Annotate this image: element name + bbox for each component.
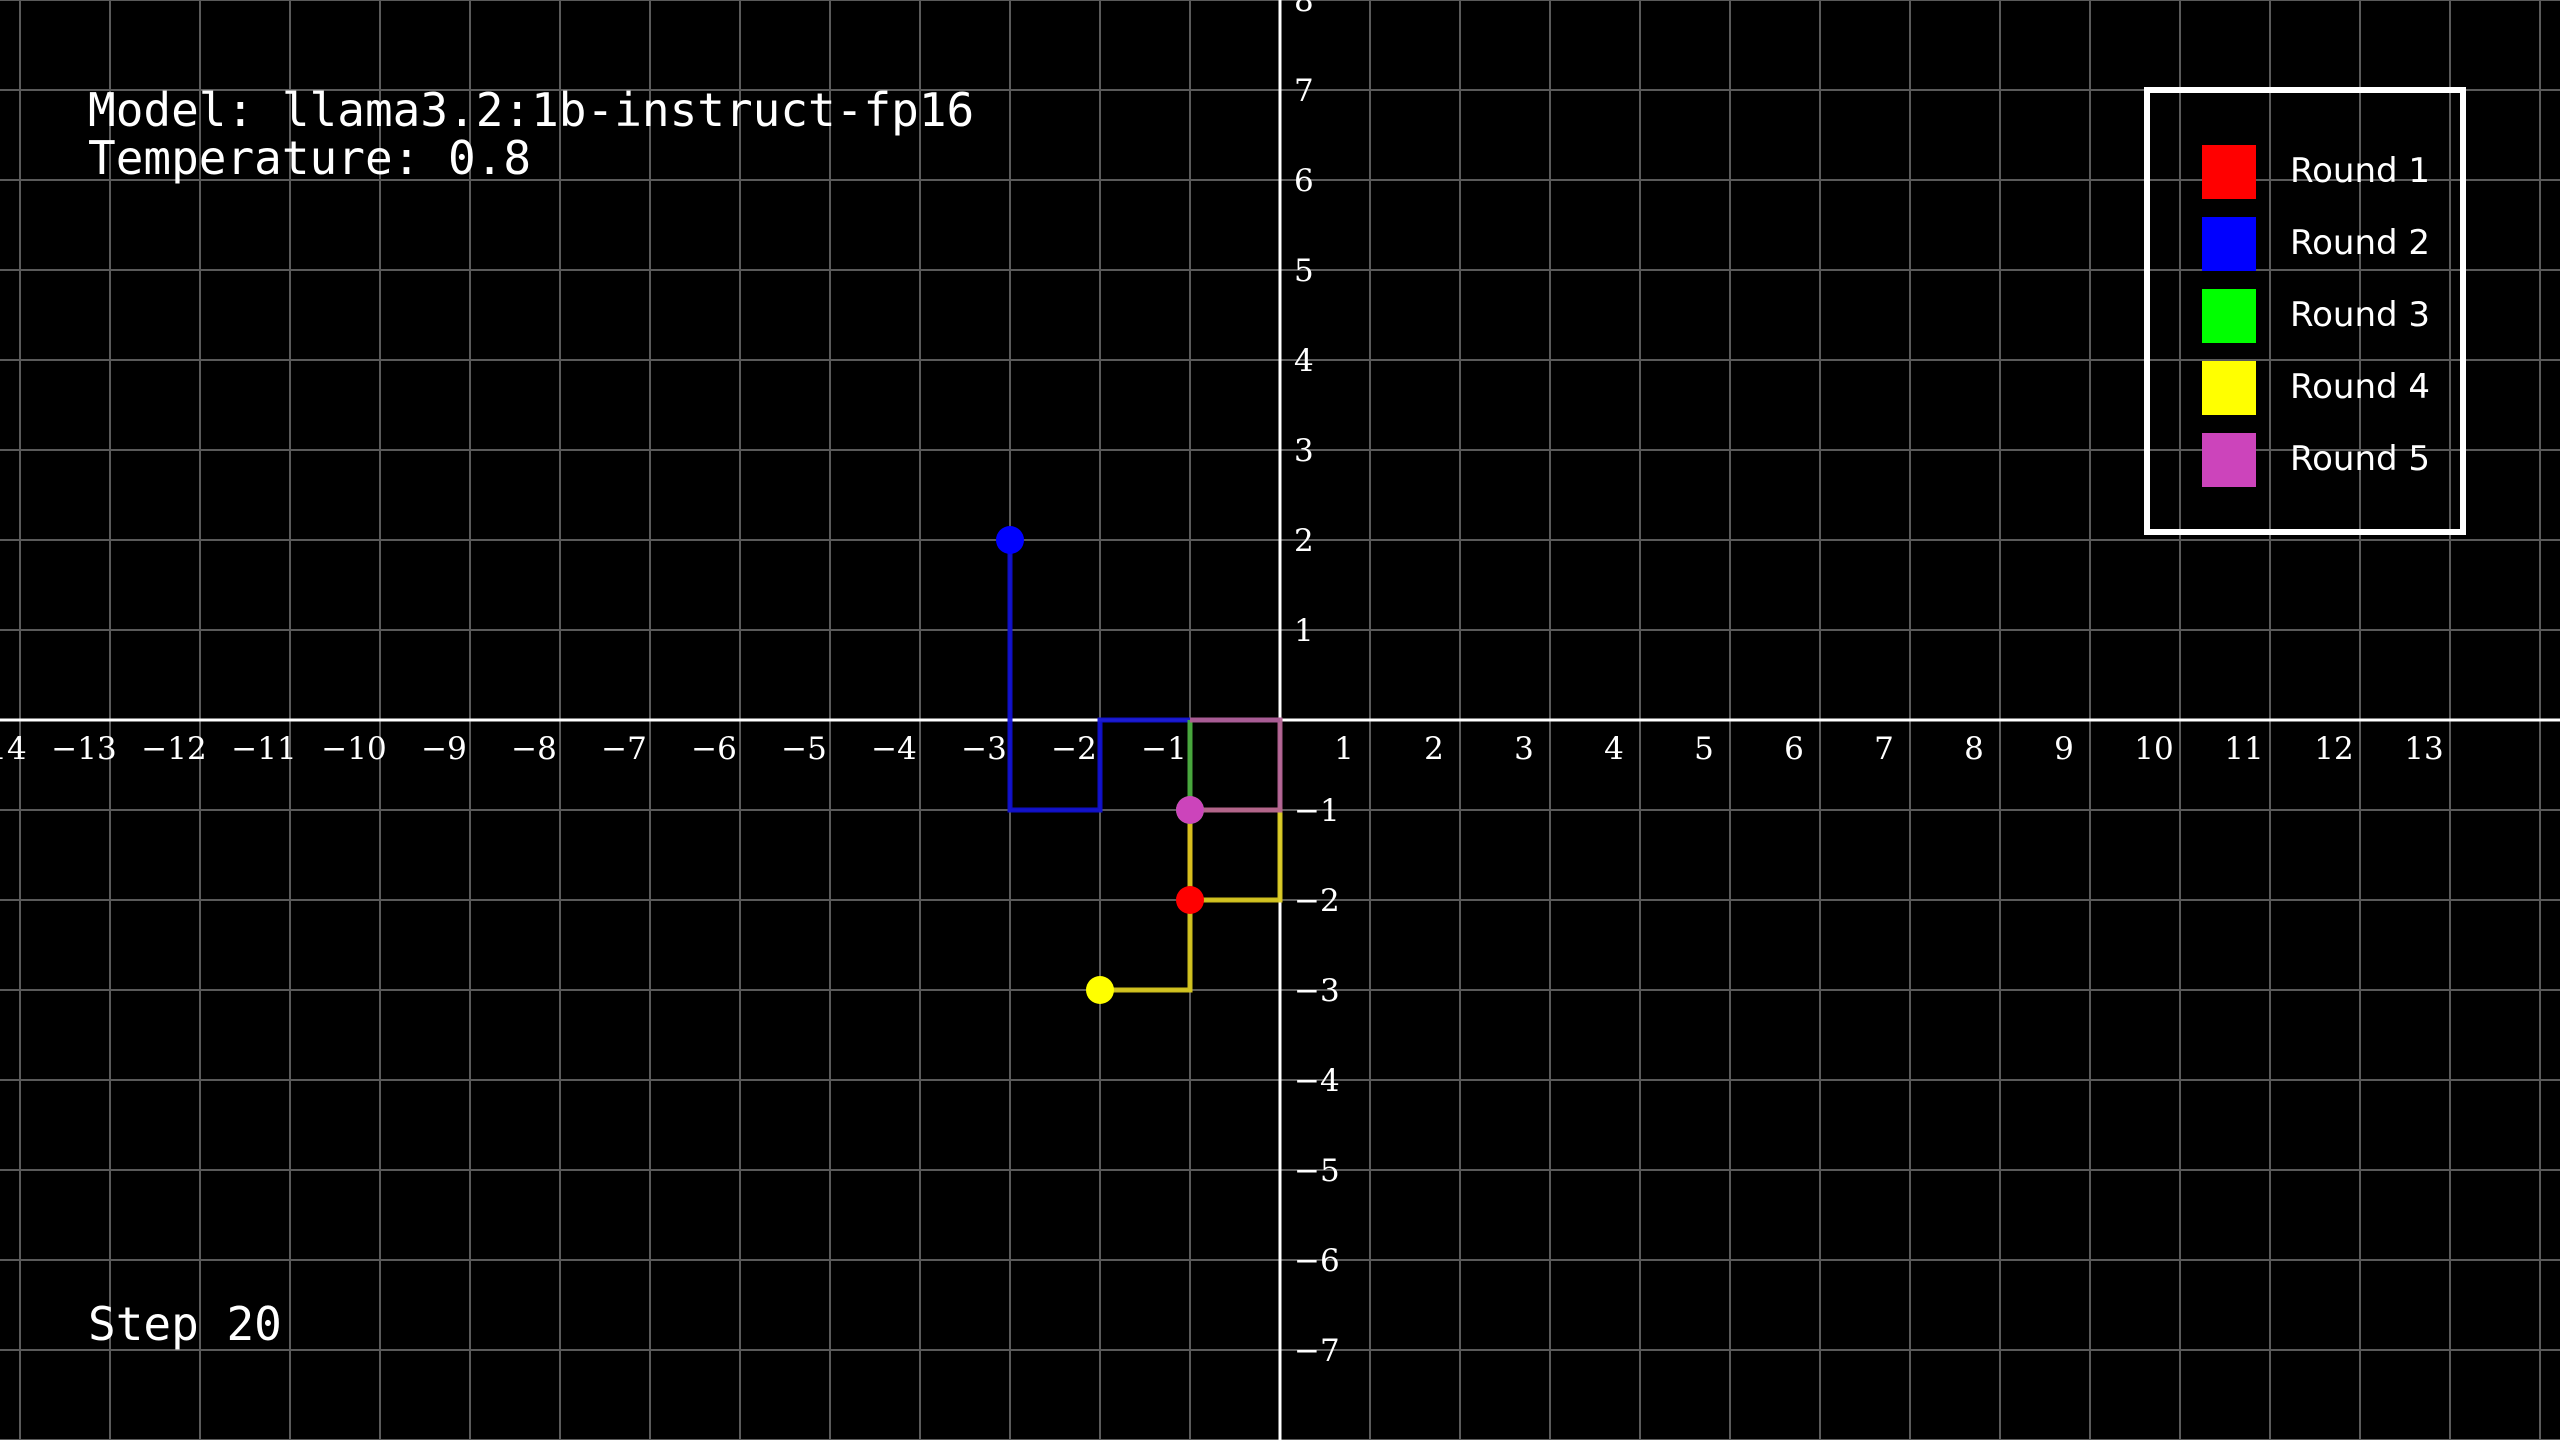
temperature-label: Temperature: 0.8 — [88, 131, 532, 185]
legend-swatch — [2202, 217, 2256, 271]
legend-swatch — [2202, 361, 2256, 415]
endpoint-round-2 — [996, 526, 1024, 554]
x-tick-label: −7 — [601, 731, 647, 767]
x-tick-label: −3 — [961, 731, 1007, 767]
legend-swatch — [2202, 145, 2256, 199]
y-tick-label: −6 — [1294, 1243, 1340, 1279]
x-tick-label: −11 — [231, 731, 296, 767]
legend-label: Round 3 — [2290, 295, 2431, 335]
tick-labels: −14−13−12−11−10−9−8−7−6−5−4−3−2−11234567… — [0, 0, 2444, 1369]
x-tick-label: −8 — [511, 731, 557, 767]
x-tick-label: −12 — [141, 731, 206, 767]
y-tick-label: −1 — [1294, 793, 1340, 829]
x-tick-label: 5 — [1694, 731, 1714, 767]
x-tick-label: 11 — [2224, 731, 2263, 767]
x-tick-label: 2 — [1424, 731, 1444, 767]
y-tick-label: 5 — [1294, 253, 1314, 289]
y-tick-label: 6 — [1294, 163, 1314, 199]
y-tick-label: 2 — [1294, 523, 1314, 559]
x-tick-label: 8 — [1964, 731, 1984, 767]
x-tick-label: −5 — [781, 731, 827, 767]
legend-swatch — [2202, 289, 2256, 343]
x-tick-label: −4 — [871, 731, 917, 767]
legend-label: Round 5 — [2290, 439, 2431, 479]
x-tick-label: 6 — [1784, 731, 1804, 767]
y-tick-label: −4 — [1294, 1063, 1340, 1099]
model-label: Model: llama3.2:1b-instruct-fp16 — [88, 83, 975, 137]
x-tick-label: 3 — [1514, 731, 1534, 767]
series-line-round-5 — [1190, 717, 1283, 813]
y-tick-label: −2 — [1294, 883, 1340, 919]
endpoint-round-4 — [1086, 976, 1114, 1004]
y-tick-label: 3 — [1294, 433, 1314, 469]
legend-label: Round 2 — [2290, 223, 2431, 263]
series-line-round-2 — [1007, 540, 1280, 813]
y-tick-label: 8 — [1294, 0, 1314, 19]
x-tick-label: 13 — [2404, 731, 2443, 767]
legend-label: Round 1 — [2290, 151, 2431, 191]
endpoint-round-1 — [1176, 886, 1204, 914]
legend-label: Round 4 — [2290, 367, 2431, 407]
y-tick-label: 7 — [1294, 73, 1314, 109]
legend: Round 1 Round 2 Round 3 Round 4 Round 5 — [2144, 87, 2466, 535]
step-counter: Step 20 — [88, 1297, 282, 1351]
x-tick-label: −6 — [691, 731, 737, 767]
x-tick-label: −1 — [1141, 731, 1187, 767]
x-tick-label: 7 — [1874, 731, 1894, 767]
x-tick-label: 10 — [2134, 731, 2173, 767]
legend-swatch — [2202, 433, 2256, 487]
x-tick-label: 9 — [2054, 731, 2074, 767]
x-tick-label: 4 — [1604, 731, 1624, 767]
x-tick-label: −2 — [1051, 731, 1097, 767]
x-tick-label: −10 — [321, 731, 386, 767]
y-tick-label: 1 — [1294, 613, 1314, 649]
y-tick-label: −5 — [1294, 1153, 1340, 1189]
x-tick-label: 12 — [2314, 731, 2353, 767]
x-tick-label: −13 — [51, 731, 116, 767]
y-tick-label: −7 — [1294, 1333, 1340, 1369]
endpoint-round-5 — [1176, 796, 1204, 824]
x-tick-label: −14 — [0, 731, 27, 767]
y-tick-label: −3 — [1294, 973, 1340, 1009]
x-tick-label: 1 — [1334, 731, 1354, 767]
x-tick-label: −9 — [421, 731, 467, 767]
y-tick-label: 4 — [1294, 343, 1314, 379]
